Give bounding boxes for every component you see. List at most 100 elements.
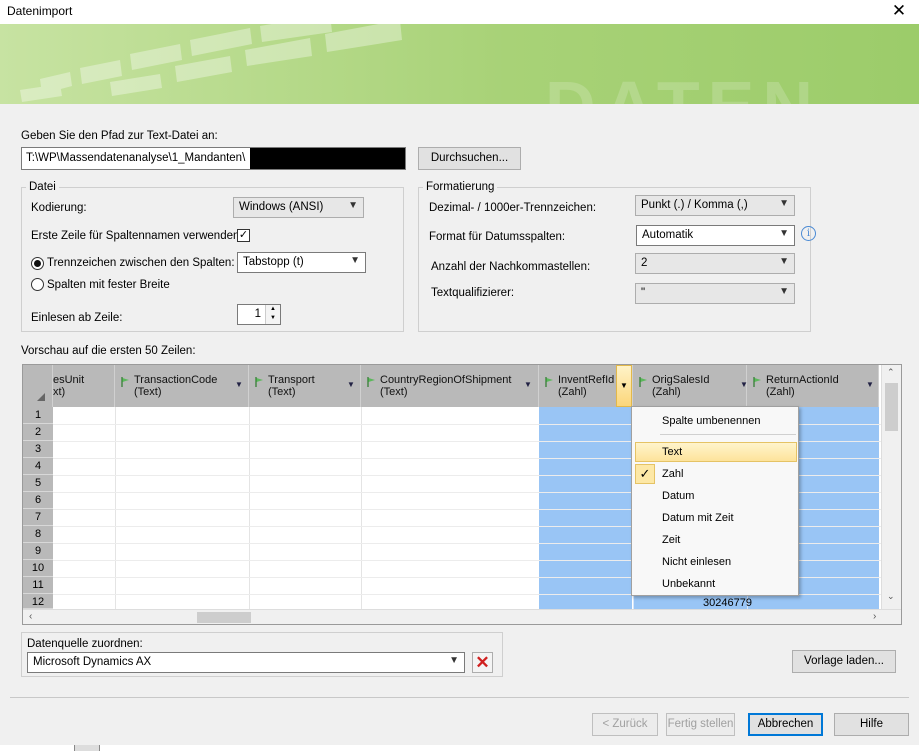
scroll-right-icon[interactable]: › [873, 611, 876, 622]
decimals-select[interactable]: 2 ▼ [635, 253, 795, 274]
qualifier-select[interactable]: " ▼ [635, 283, 795, 304]
date-format-select[interactable]: Automatik ▼ [636, 225, 795, 246]
encoding-label: Kodierung: [31, 202, 87, 214]
spinner-arrows-icon[interactable]: ▲ ▼ [265, 305, 280, 324]
chevron-down-icon: ▼ [449, 655, 459, 666]
row-header[interactable]: 6 [23, 492, 53, 509]
decimal-value: Punkt (.) / Komma (,) [641, 199, 748, 211]
menu-item-text[interactable]: Text [662, 446, 682, 458]
first-row-label: Erste Zeile für Spaltennamen verwenden: [31, 230, 243, 242]
qualifier-value: " [641, 287, 646, 299]
column-header-origsalesid[interactable]: OrigSalesId (Zahl) ▼ [633, 365, 748, 407]
menu-item-datum[interactable]: Datum [662, 490, 694, 502]
menu-separator [660, 434, 796, 435]
chevron-down-icon: ▼ [779, 286, 789, 297]
footer-divider [10, 697, 909, 698]
datasource-select[interactable]: Microsoft Dynamics AX ▼ [27, 652, 465, 673]
back-button[interactable]: < Zurück [592, 713, 658, 736]
decimals-value: 2 [641, 257, 648, 269]
horizontal-scrollbar[interactable]: ‹ › [23, 609, 901, 624]
row-header[interactable]: 5 [23, 475, 53, 492]
scroll-up-icon[interactable]: ⌃ [887, 367, 895, 378]
chevron-down-icon[interactable]: ▼ [524, 380, 532, 389]
decimal-select[interactable]: Punkt (.) / Komma (,) ▼ [635, 195, 795, 216]
column-dropdown-button-active[interactable]: ▼ [616, 365, 632, 407]
column-header-inventrefid[interactable]: InventRefId (Zahl) ▼ [539, 365, 633, 407]
header-banner: DATEN [0, 24, 919, 104]
menu-item-zeit[interactable]: Zeit [662, 534, 680, 546]
row-header[interactable]: 12 [23, 594, 53, 609]
grid-corner [23, 365, 53, 407]
column-name: esUnit xt) [53, 374, 85, 398]
column-name: OrigSalesId (Zahl) [652, 374, 710, 398]
qualifier-label: Textqualifizierer: [431, 287, 515, 299]
encoding-value: Windows (ANSI) [239, 201, 324, 213]
path-label: Geben Sie den Pfad zur Text-Datei an: [21, 130, 218, 142]
title-bar: Datenimport ✕ [0, 0, 919, 24]
column-header-returnactionid[interactable]: ReturnActionId (Zahl) ▼ [747, 365, 879, 407]
menu-item-rename[interactable]: Spalte umbenennen [662, 415, 760, 427]
fixed-width-radio[interactable] [31, 278, 44, 291]
chevron-down-icon[interactable]: ▼ [347, 380, 355, 389]
banner-watermark: DATEN [545, 66, 821, 104]
menu-item-datum-mit-zeit[interactable]: Datum mit Zeit [662, 512, 734, 524]
fixed-width-label: Spalten mit fester Breite [47, 279, 170, 291]
preview-label: Vorschau auf die ersten 50 Zeilen: [21, 345, 196, 357]
encoding-select[interactable]: Windows (ANSI) ▼ [233, 197, 364, 218]
decimals-label: Anzahl der Nachkommastellen: [431, 261, 591, 273]
datasource-label: Datenquelle zuordnen: [27, 638, 143, 650]
column-header-transport[interactable]: Transport (Text) ▼ [249, 365, 361, 407]
row-header[interactable]: 8 [23, 526, 53, 543]
menu-item-nicht-einlesen[interactable]: Nicht einlesen [662, 556, 731, 568]
flag-icon [121, 377, 129, 387]
format-legend: Formatierung [423, 181, 498, 193]
clear-icon[interactable]: ✕ [472, 652, 493, 673]
delimiter-radio[interactable] [31, 257, 44, 270]
start-row-label: Einlesen ab Zeile: [31, 312, 123, 324]
chevron-down-icon: ▼ [348, 200, 358, 211]
column-header-esunit[interactable]: esUnit xt) [53, 365, 115, 407]
close-icon[interactable]: ✕ [884, 1, 914, 21]
datei-legend: Datei [26, 181, 59, 193]
vertical-scroll-thumb[interactable] [885, 383, 898, 431]
row-header[interactable]: 9 [23, 543, 53, 560]
chevron-down-icon[interactable]: ▼ [235, 380, 243, 389]
horizontal-scroll-thumb[interactable] [197, 612, 251, 623]
browse-button[interactable]: Durchsuchen... [418, 147, 521, 170]
redacted-block [250, 148, 405, 169]
chevron-down-icon[interactable]: ▼ [866, 380, 874, 389]
start-row-value: 1 [254, 308, 261, 320]
help-button[interactable]: Hilfe [834, 713, 909, 736]
flag-icon [639, 377, 647, 387]
start-row-spinner[interactable]: 1 ▲ ▼ [237, 304, 281, 325]
row-header[interactable]: 1 [23, 407, 53, 424]
finish-button[interactable]: Fertig stellen [666, 713, 735, 736]
flag-icon [545, 377, 553, 387]
flag-icon [753, 377, 761, 387]
row-header[interactable]: 7 [23, 509, 53, 526]
path-input[interactable]: T:\WP\Massendatenanalyse\1_Mandanten\ [21, 147, 406, 170]
column-name: Transport (Text) [268, 374, 315, 398]
row-header[interactable]: 3 [23, 441, 53, 458]
first-row-checkbox[interactable]: ✓ [237, 229, 250, 242]
window-title: Datenimport [7, 4, 73, 18]
delimiter-value: Tabstopp (t) [243, 256, 304, 268]
delimiter-select[interactable]: Tabstopp (t) ▼ [237, 252, 366, 273]
row-header[interactable]: 10 [23, 560, 53, 577]
column-header-transactioncode[interactable]: TransactionCode (Text) ▼ [115, 365, 249, 407]
row-header[interactable]: 11 [23, 577, 53, 594]
scroll-left-icon[interactable]: ‹ [29, 611, 32, 622]
vertical-scrollbar[interactable]: ⌃ ⌄ [881, 365, 901, 609]
menu-item-unbekannt[interactable]: Unbekannt [662, 578, 715, 590]
row-header[interactable]: 4 [23, 458, 53, 475]
flag-icon [367, 377, 375, 387]
menu-item-zahl[interactable]: Zahl [662, 468, 683, 480]
row-header[interactable]: 2 [23, 424, 53, 441]
scroll-down-icon[interactable]: ⌄ [887, 591, 895, 602]
decimal-label: Dezimal- / 1000er-Trennzeichen: [429, 202, 597, 214]
load-template-button[interactable]: Vorlage laden... [792, 650, 896, 673]
chevron-down-icon: ▼ [779, 198, 789, 209]
column-header-countryregion[interactable]: CountryRegionOfShipment (Text) ▼ [361, 365, 539, 407]
info-icon[interactable]: i [801, 226, 816, 241]
cancel-button[interactable]: Abbrechen [748, 713, 823, 736]
